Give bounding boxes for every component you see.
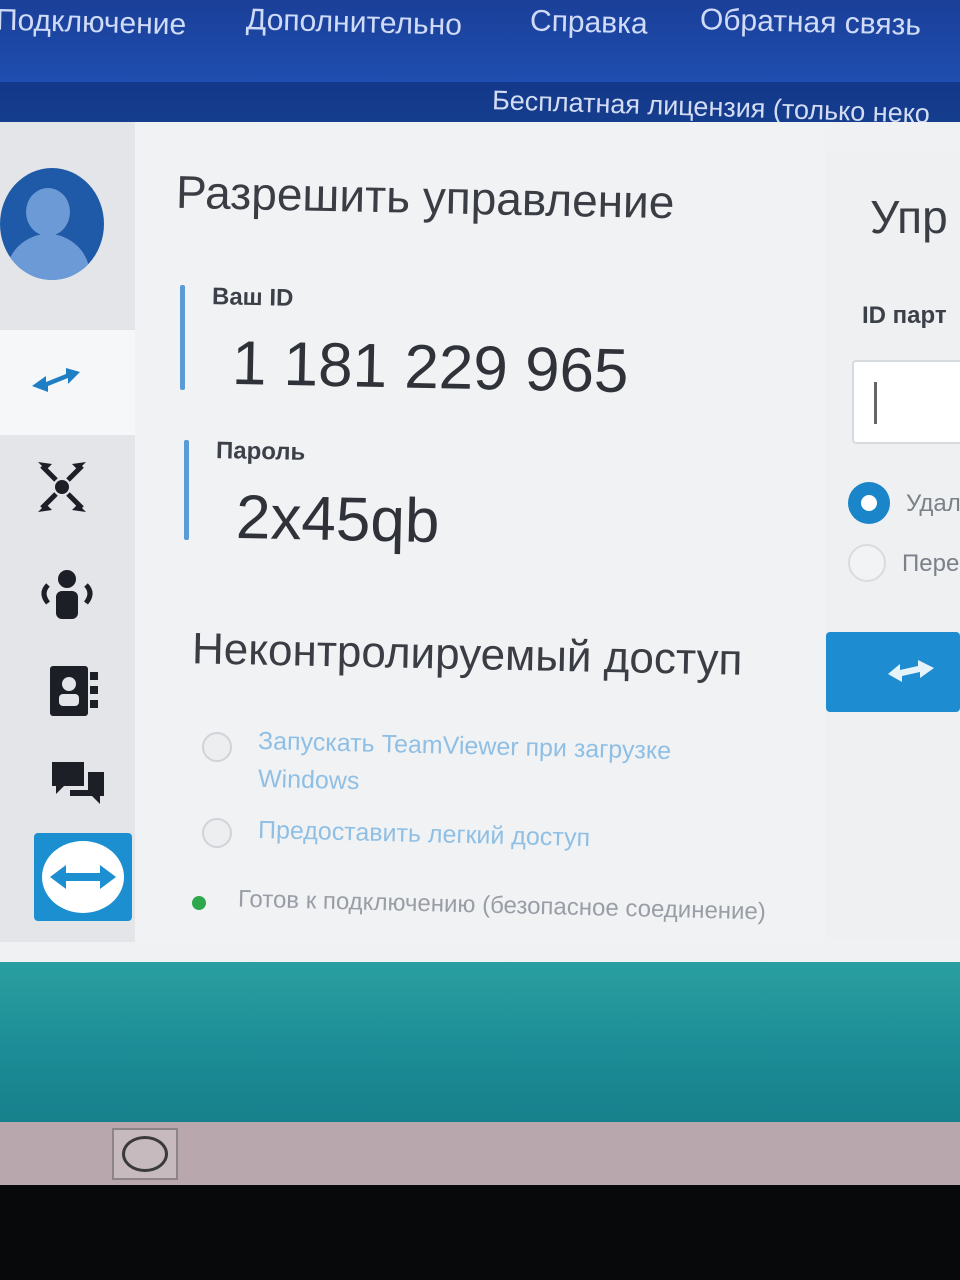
remote-control-radio-label[interactable]: Удал [906, 490, 960, 518]
status-indicator [192, 896, 206, 910]
screen: Подключение Дополнительно Справка Обратн… [0, 0, 960, 1185]
contacts-icon[interactable] [38, 565, 96, 621]
control-remote-panel [825, 150, 960, 940]
your-id-value[interactable]: 1 181 229 965 [231, 328, 629, 407]
password-label: Пароль [215, 437, 306, 466]
computers-contacts-icon[interactable] [48, 664, 100, 718]
desktop-background [0, 962, 960, 1130]
control-remote-title: Упр [870, 191, 948, 243]
partner-id-label: ID парт [862, 302, 947, 329]
user-avatar-icon[interactable] [0, 168, 104, 280]
teamviewer-logo-icon [34, 833, 132, 921]
easy-access-checkbox[interactable] [202, 818, 232, 848]
start-with-windows-label-2[interactable]: Windows [258, 765, 360, 796]
allow-control-title: Разрешить управление [175, 165, 675, 229]
menu-feedback[interactable]: Обратная связь [700, 3, 922, 43]
monitor-bezel [0, 1185, 960, 1280]
meeting-icon[interactable] [34, 458, 90, 516]
file-transfer-radio[interactable] [848, 544, 886, 582]
your-id-label: Ваш ID [211, 283, 294, 312]
password-accent-line [184, 440, 189, 540]
chat-icon[interactable] [50, 760, 106, 808]
taskbar-teamviewer-button[interactable] [112, 1128, 178, 1180]
connect-button[interactable] [826, 632, 960, 712]
start-with-windows-checkbox[interactable] [202, 732, 232, 762]
menu-connection[interactable]: Подключение [0, 4, 187, 43]
connect-arrows-icon [888, 660, 934, 682]
remote-control-radio[interactable] [848, 482, 890, 524]
partner-id-input[interactable] [852, 360, 960, 444]
menu-extras[interactable]: Дополнительно [246, 3, 463, 43]
remote-control-icon [32, 368, 80, 392]
file-transfer-radio-label[interactable]: Пере [902, 550, 959, 578]
password-value[interactable]: 2x45qb [235, 482, 440, 557]
id-accent-line [180, 285, 185, 390]
menu-help[interactable]: Справка [530, 4, 649, 41]
